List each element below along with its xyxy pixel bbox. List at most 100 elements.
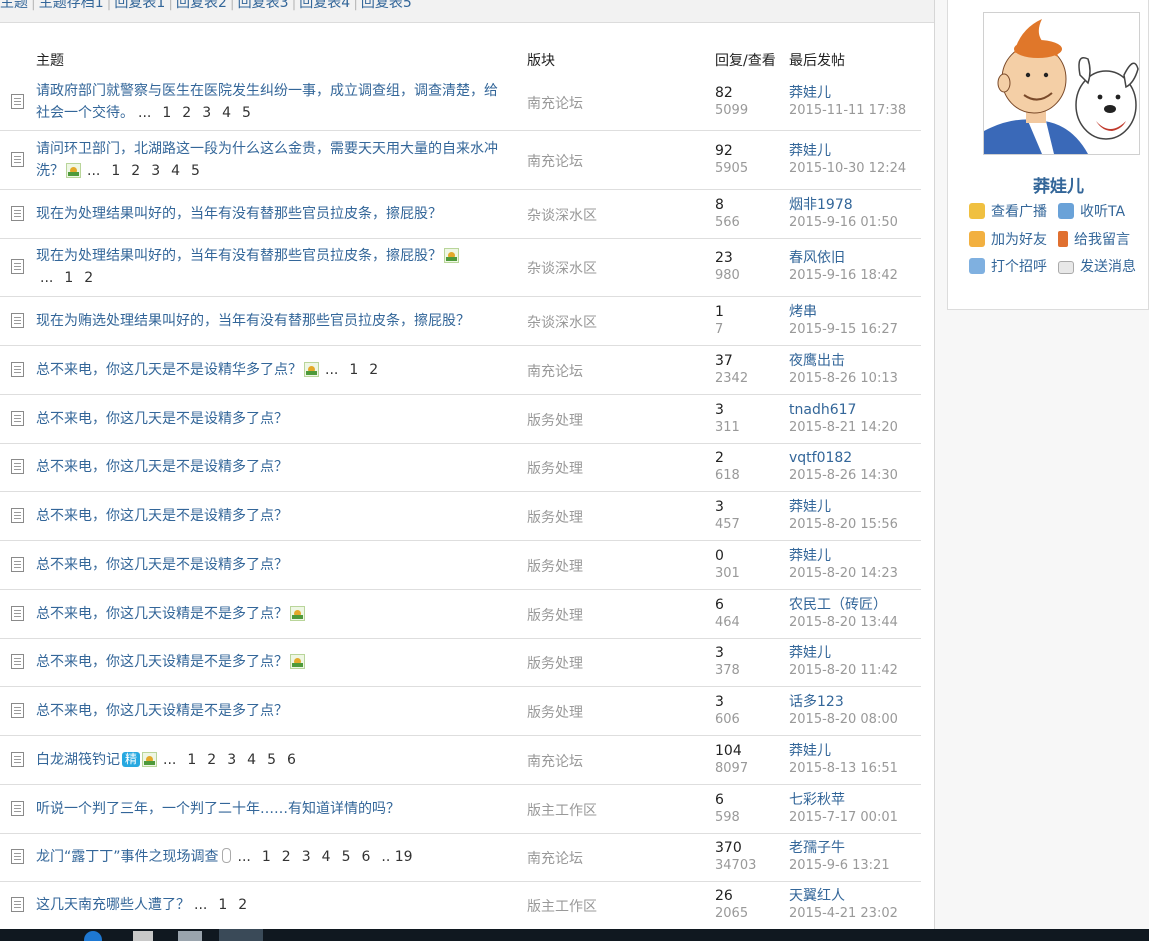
thread-title-link[interactable]: 现在为贿选处理结果叫好的，当年有没有替那些官员拉皮条，擦屁股？ xyxy=(36,313,470,329)
forum-link[interactable]: 版主工作区 xyxy=(527,896,597,916)
thread-title-link[interactable]: 总不来电，你这几天是不是设精华多了点？ xyxy=(36,362,302,378)
say-hello-link[interactable]: 打个招呼 xyxy=(969,256,1047,276)
page-link[interactable]: 1 xyxy=(349,362,358,378)
page-link[interactable]: 1 xyxy=(111,163,120,179)
last-post-time-link[interactable]: 2015-8-26 10:13 xyxy=(789,371,898,387)
last-poster-link[interactable]: 烤串 xyxy=(789,304,817,320)
thread-title-link[interactable]: 龙门“露丁丁”事件之现场调查 xyxy=(36,849,219,865)
last-post-time-link[interactable]: 2015-10-30 12:24 xyxy=(789,161,906,177)
browser-icon[interactable] xyxy=(84,931,102,941)
tab-replies-4[interactable]: 回复表4 xyxy=(299,0,350,11)
last-post-time-link[interactable]: 2015-8-20 13:44 xyxy=(789,615,898,631)
profile-username[interactable]: 莽娃儿 xyxy=(1033,172,1084,197)
forum-link[interactable]: 杂谈深水区 xyxy=(527,258,597,278)
forum-link[interactable]: 版务处理 xyxy=(527,410,583,430)
forum-link[interactable]: 版务处理 xyxy=(527,507,583,527)
page-link[interactable]: 4 xyxy=(222,105,231,121)
thread-title-link[interactable]: 总不来电，你这几天是不是设精多了点？ xyxy=(36,411,288,427)
thread-title-link[interactable]: 请问环卫部门，北湖路这一段为什么这么金贵，需要天天用大量的自来水冲洗？ xyxy=(36,141,498,179)
page-link[interactable]: 5 xyxy=(191,163,200,179)
page-link[interactable]: 2 xyxy=(84,270,93,286)
send-message-link[interactable]: 发送消息 xyxy=(1058,256,1136,276)
thread-title-link[interactable]: 现在为处理结果叫好的，当年有没有替那些官员拉皮条，擦屁股？ xyxy=(36,248,442,264)
last-poster-link[interactable]: 莽娃儿 xyxy=(789,143,831,159)
page-link[interactable]: 6 xyxy=(287,752,296,768)
view-broadcast-link[interactable]: 查看广播 xyxy=(969,201,1047,221)
active-app-icon[interactable] xyxy=(219,929,263,941)
thread-title-link[interactable]: 总不来电，你这几天是不是设精多了点？ xyxy=(36,557,288,573)
page-link[interactable]: 1 xyxy=(187,752,196,768)
tab-replies-3[interactable]: 回复表3 xyxy=(238,0,289,11)
page-link[interactable]: 4 xyxy=(247,752,256,768)
thread-title-link[interactable]: 总不来电，你这几天设精是不是多了点？ xyxy=(36,654,288,670)
forum-link[interactable]: 南充论坛 xyxy=(527,151,583,171)
add-friend-link[interactable]: 加为好友 xyxy=(969,229,1047,249)
page-link[interactable]: 1 xyxy=(64,270,73,286)
app-icon[interactable] xyxy=(133,931,153,941)
forum-link[interactable]: 南充论坛 xyxy=(527,848,583,868)
last-poster-link[interactable]: 春风依旧 xyxy=(789,250,845,266)
tab-replies-1[interactable]: 回复表1 xyxy=(114,0,165,11)
page-link[interactable]: 6 xyxy=(361,849,370,865)
page-link[interactable]: 2 xyxy=(282,849,291,865)
last-poster-link[interactable]: 老孺子牛 xyxy=(789,840,845,856)
forum-link[interactable]: 版务处理 xyxy=(527,702,583,722)
page-link[interactable]: 4 xyxy=(322,849,331,865)
page-link[interactable]: 1 xyxy=(218,897,227,913)
last-poster-link[interactable]: tnadh617 xyxy=(789,402,856,418)
thread-title-link[interactable]: 总不来电，你这几天是不是设精多了点？ xyxy=(36,508,288,524)
page-link[interactable]: 3 xyxy=(151,163,160,179)
last-post-time-link[interactable]: 2015-9-16 01:50 xyxy=(789,215,898,231)
last-post-time-link[interactable]: 2015-8-20 14:23 xyxy=(789,566,898,582)
page-link[interactable]: 3 xyxy=(202,105,211,121)
last-poster-link[interactable]: 夜鹰出击 xyxy=(789,353,845,369)
last-poster-link[interactable]: 天翼红人 xyxy=(789,888,845,904)
forum-link[interactable]: 杂谈深水区 xyxy=(527,205,597,225)
last-post-time-link[interactable]: 2015-8-21 14:20 xyxy=(789,420,898,436)
page-link[interactable]: .. 19 xyxy=(381,849,412,865)
last-post-time-link[interactable]: 2015-9-16 18:42 xyxy=(789,268,898,284)
page-link[interactable]: 3 xyxy=(227,752,236,768)
last-post-time-link[interactable]: 2015-8-20 08:00 xyxy=(789,712,898,728)
page-link[interactable]: 4 xyxy=(171,163,180,179)
last-poster-link[interactable]: vqtf0182 xyxy=(789,450,852,466)
thread-title-link[interactable]: 总不来电，你这几天是不是设精多了点？ xyxy=(36,459,288,475)
last-poster-link[interactable]: 莽娃儿 xyxy=(789,743,831,759)
page-link[interactable]: 2 xyxy=(238,897,247,913)
page-link[interactable]: 2 xyxy=(369,362,378,378)
last-post-time-link[interactable]: 2015-9-6 13:21 xyxy=(789,858,890,874)
last-poster-link[interactable]: 莽娃儿 xyxy=(789,645,831,661)
thread-title-link[interactable]: 白龙湖筏钓记 xyxy=(36,752,120,768)
forum-link[interactable]: 版主工作区 xyxy=(527,800,597,820)
thread-title-link[interactable]: 总不来电，你这几天设精是不是多了点？ xyxy=(36,606,288,622)
window-icon[interactable] xyxy=(178,931,202,941)
thread-title-link[interactable]: 这几天南充哪些人遭了？ xyxy=(36,897,190,913)
page-link[interactable]: 1 xyxy=(262,849,271,865)
page-link[interactable]: 2 xyxy=(207,752,216,768)
last-post-time-link[interactable]: 2015-11-11 17:38 xyxy=(789,103,906,119)
leave-message-link[interactable]: 给我留言 xyxy=(1058,229,1130,249)
last-post-time-link[interactable]: 2015-7-17 00:01 xyxy=(789,810,898,826)
page-link[interactable]: 5 xyxy=(267,752,276,768)
thread-title-link[interactable]: 总不来电，你这几天设精是不是多了点？ xyxy=(36,703,288,719)
last-poster-link[interactable]: 农民工（砖匠） xyxy=(789,597,887,613)
last-post-time-link[interactable]: 2015-9-15 16:27 xyxy=(789,322,898,338)
follow-link[interactable]: 收听TA xyxy=(1058,201,1125,221)
page-link[interactable]: 5 xyxy=(242,105,251,121)
last-poster-link[interactable]: 话多123 xyxy=(789,694,844,710)
forum-link[interactable]: 版务处理 xyxy=(527,605,583,625)
forum-link[interactable]: 南充论坛 xyxy=(527,751,583,771)
forum-link[interactable]: 版务处理 xyxy=(527,458,583,478)
tab-replies-5[interactable]: 回复表5 xyxy=(361,0,412,11)
tab-topic-archive-1[interactable]: 主题存档1 xyxy=(39,0,104,11)
tab-replies-2[interactable]: 回复表2 xyxy=(176,0,227,11)
forum-link[interactable]: 杂谈深水区 xyxy=(527,312,597,332)
last-post-time-link[interactable]: 2015-8-13 16:51 xyxy=(789,761,898,777)
forum-link[interactable]: 版务处理 xyxy=(527,653,583,673)
page-link[interactable]: 3 xyxy=(302,849,311,865)
forum-link[interactable]: 南充论坛 xyxy=(527,361,583,381)
page-link[interactable]: 2 xyxy=(182,105,191,121)
forum-link[interactable]: 南充论坛 xyxy=(527,93,583,113)
forum-link[interactable]: 版务处理 xyxy=(527,556,583,576)
last-poster-link[interactable]: 烟非1978 xyxy=(789,197,853,213)
